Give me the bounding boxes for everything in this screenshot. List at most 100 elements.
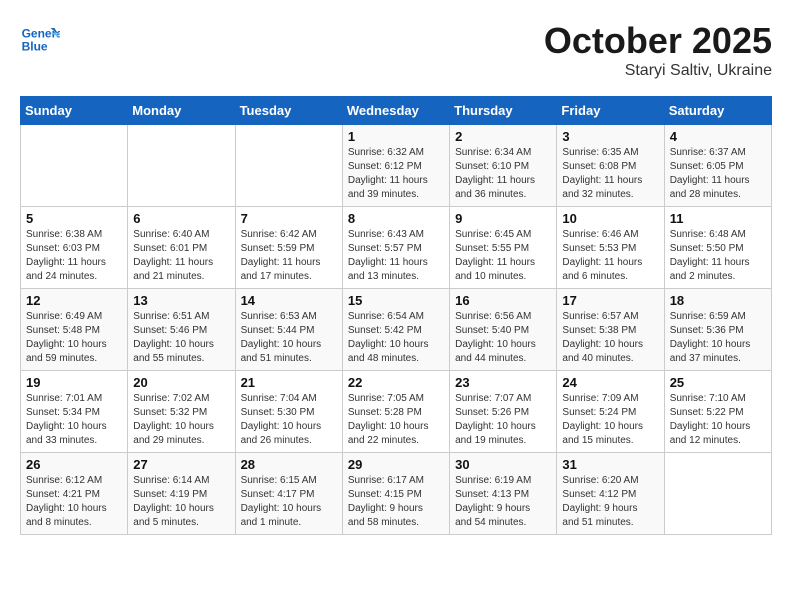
month-title: October 2025 — [544, 20, 772, 62]
day-number: 7 — [241, 211, 337, 226]
calendar-week-row: 5 Sunrise: 6:38 AM Sunset: 6:03 PM Daylig… — [21, 207, 772, 289]
weekday-header: Friday — [557, 97, 664, 125]
calendar-cell: 1Sunrise: 6:32 AM Sunset: 6:12 PM Daylig… — [342, 125, 449, 207]
day-number: 29 — [348, 457, 444, 472]
calendar-table: SundayMondayTuesdayWednesdayThursdayFrid… — [20, 96, 772, 535]
calendar-cell — [664, 453, 771, 535]
calendar-cell: 5 Sunrise: 6:38 AM Sunset: 6:03 PM Daylig… — [21, 207, 128, 289]
day-number: 17 — [562, 293, 658, 308]
day-info: Sunrise: 6:49 AM Sunset: 5:48 PM Dayligh… — [26, 310, 122, 366]
day-info: Sunrise: 6:43 AM Sunset: 5:57 PM Dayligh… — [348, 228, 444, 284]
calendar-cell: 7Sunrise: 6:42 AM Sunset: 5:59 PM Daylig… — [235, 207, 342, 289]
calendar-cell: 6Sunrise: 6:40 AM Sunset: 6:01 PM Daylig… — [128, 207, 235, 289]
weekday-header: Wednesday — [342, 97, 449, 125]
calendar-cell: 9 Sunrise: 6:45 AM Sunset: 5:55 PM Daylig… — [450, 207, 557, 289]
calendar-cell: 26 Sunrise: 6:12 AM Sunset: 4:21 PM Dayli… — [21, 453, 128, 535]
calendar-week-row: 1Sunrise: 6:32 AM Sunset: 6:12 PM Daylig… — [21, 125, 772, 207]
svg-text:Blue: Blue — [22, 39, 48, 53]
day-info: Sunrise: 7:07 AM Sunset: 5:26 PM Dayligh… — [455, 392, 551, 448]
day-info: Sunrise: 7:01 AM Sunset: 5:34 PM Dayligh… — [26, 392, 122, 448]
day-info: Sunrise: 7:04 AM Sunset: 5:30 PM Dayligh… — [241, 392, 337, 448]
calendar-week-row: 19 Sunrise: 7:01 AM Sunset: 5:34 PM Dayli… — [21, 371, 772, 453]
calendar-cell: 3Sunrise: 6:35 AM Sunset: 6:08 PM Daylig… — [557, 125, 664, 207]
calendar-cell: 13Sunrise: 6:51 AM Sunset: 5:46 PM Dayli… — [128, 289, 235, 371]
weekday-header: Monday — [128, 97, 235, 125]
calendar-cell: 30 Sunrise: 6:19 AM Sunset: 4:13 PM Dayli… — [450, 453, 557, 535]
calendar-cell: 24Sunrise: 7:09 AM Sunset: 5:24 PM Dayli… — [557, 371, 664, 453]
calendar-cell: 11Sunrise: 6:48 AM Sunset: 5:50 PM Dayli… — [664, 207, 771, 289]
day-info: Sunrise: 6:56 AM Sunset: 5:40 PM Dayligh… — [455, 310, 551, 366]
calendar-header-row: SundayMondayTuesdayWednesdayThursdayFrid… — [21, 97, 772, 125]
day-number: 27 — [133, 457, 229, 472]
calendar-cell: 16 Sunrise: 6:56 AM Sunset: 5:40 PM Dayli… — [450, 289, 557, 371]
calendar-cell: 22 Sunrise: 7:05 AM Sunset: 5:28 PM Dayli… — [342, 371, 449, 453]
calendar-cell: 15 Sunrise: 6:54 AM Sunset: 5:42 PM Dayli… — [342, 289, 449, 371]
title-block: October 2025 Staryi Saltiv, Ukraine — [544, 20, 772, 80]
calendar-cell: 14Sunrise: 6:53 AM Sunset: 5:44 PM Dayli… — [235, 289, 342, 371]
page-header: General Blue October 2025 Staryi Saltiv,… — [20, 20, 772, 80]
day-info: Sunrise: 6:48 AM Sunset: 5:50 PM Dayligh… — [670, 228, 766, 284]
logo-icon: General Blue — [20, 20, 60, 60]
day-info: Sunrise: 6:20 AM Sunset: 4:12 PM Dayligh… — [562, 474, 658, 530]
weekday-header: Saturday — [664, 97, 771, 125]
day-number: 22 — [348, 375, 444, 390]
day-number: 23 — [455, 375, 551, 390]
day-number: 26 — [26, 457, 122, 472]
day-info: Sunrise: 6:46 AM Sunset: 5:53 PM Dayligh… — [562, 228, 658, 284]
day-number: 12 — [26, 293, 122, 308]
calendar-body: 1Sunrise: 6:32 AM Sunset: 6:12 PM Daylig… — [21, 125, 772, 535]
calendar-cell: 20 Sunrise: 7:02 AM Sunset: 5:32 PM Dayli… — [128, 371, 235, 453]
day-info: Sunrise: 6:19 AM Sunset: 4:13 PM Dayligh… — [455, 474, 551, 530]
day-info: Sunrise: 6:38 AM Sunset: 6:03 PM Dayligh… — [26, 228, 122, 284]
day-number: 18 — [670, 293, 766, 308]
location-subtitle: Staryi Saltiv, Ukraine — [544, 62, 772, 80]
calendar-cell: 25 Sunrise: 7:10 AM Sunset: 5:22 PM Dayli… — [664, 371, 771, 453]
calendar-cell: 23 Sunrise: 7:07 AM Sunset: 5:26 PM Dayli… — [450, 371, 557, 453]
day-info: Sunrise: 7:05 AM Sunset: 5:28 PM Dayligh… — [348, 392, 444, 448]
calendar-cell: 18 Sunrise: 6:59 AM Sunset: 5:36 PM Dayli… — [664, 289, 771, 371]
day-number: 16 — [455, 293, 551, 308]
calendar-week-row: 26 Sunrise: 6:12 AM Sunset: 4:21 PM Dayli… — [21, 453, 772, 535]
day-number: 28 — [241, 457, 337, 472]
day-number: 21 — [241, 375, 337, 390]
calendar-cell — [235, 125, 342, 207]
day-info: Sunrise: 6:37 AM Sunset: 6:05 PM Dayligh… — [670, 146, 766, 202]
day-info: Sunrise: 6:40 AM Sunset: 6:01 PM Dayligh… — [133, 228, 229, 284]
day-info: Sunrise: 6:57 AM Sunset: 5:38 PM Dayligh… — [562, 310, 658, 366]
weekday-header: Sunday — [21, 97, 128, 125]
day-info: Sunrise: 7:10 AM Sunset: 5:22 PM Dayligh… — [670, 392, 766, 448]
day-number: 4 — [670, 129, 766, 144]
day-number: 25 — [670, 375, 766, 390]
weekday-header: Thursday — [450, 97, 557, 125]
day-number: 31 — [562, 457, 658, 472]
day-number: 9 — [455, 211, 551, 226]
day-number: 30 — [455, 457, 551, 472]
day-number: 15 — [348, 293, 444, 308]
day-info: Sunrise: 7:09 AM Sunset: 5:24 PM Dayligh… — [562, 392, 658, 448]
calendar-cell: 4 Sunrise: 6:37 AM Sunset: 6:05 PM Daylig… — [664, 125, 771, 207]
day-number: 10 — [562, 211, 658, 226]
day-info: Sunrise: 6:32 AM Sunset: 6:12 PM Dayligh… — [348, 146, 444, 202]
day-number: 2 — [455, 129, 551, 144]
day-number: 20 — [133, 375, 229, 390]
day-info: Sunrise: 6:35 AM Sunset: 6:08 PM Dayligh… — [562, 146, 658, 202]
calendar-cell: 8Sunrise: 6:43 AM Sunset: 5:57 PM Daylig… — [342, 207, 449, 289]
calendar-cell: 10 Sunrise: 6:46 AM Sunset: 5:53 PM Dayli… — [557, 207, 664, 289]
day-info: Sunrise: 6:54 AM Sunset: 5:42 PM Dayligh… — [348, 310, 444, 366]
day-info: Sunrise: 6:59 AM Sunset: 5:36 PM Dayligh… — [670, 310, 766, 366]
weekday-header: Tuesday — [235, 97, 342, 125]
calendar-cell: 28Sunrise: 6:15 AM Sunset: 4:17 PM Dayli… — [235, 453, 342, 535]
day-info: Sunrise: 6:12 AM Sunset: 4:21 PM Dayligh… — [26, 474, 122, 530]
calendar-cell: 2Sunrise: 6:34 AM Sunset: 6:10 PM Daylig… — [450, 125, 557, 207]
calendar-cell: 27Sunrise: 6:14 AM Sunset: 4:19 PM Dayli… — [128, 453, 235, 535]
calendar-cell: 29 Sunrise: 6:17 AM Sunset: 4:15 PM Dayli… — [342, 453, 449, 535]
calendar-cell — [128, 125, 235, 207]
calendar-cell: 19 Sunrise: 7:01 AM Sunset: 5:34 PM Dayli… — [21, 371, 128, 453]
logo: General Blue — [20, 20, 60, 60]
day-number: 5 — [26, 211, 122, 226]
day-info: Sunrise: 6:45 AM Sunset: 5:55 PM Dayligh… — [455, 228, 551, 284]
day-number: 19 — [26, 375, 122, 390]
day-info: Sunrise: 7:02 AM Sunset: 5:32 PM Dayligh… — [133, 392, 229, 448]
calendar-cell: 17 Sunrise: 6:57 AM Sunset: 5:38 PM Dayli… — [557, 289, 664, 371]
day-info: Sunrise: 6:17 AM Sunset: 4:15 PM Dayligh… — [348, 474, 444, 530]
